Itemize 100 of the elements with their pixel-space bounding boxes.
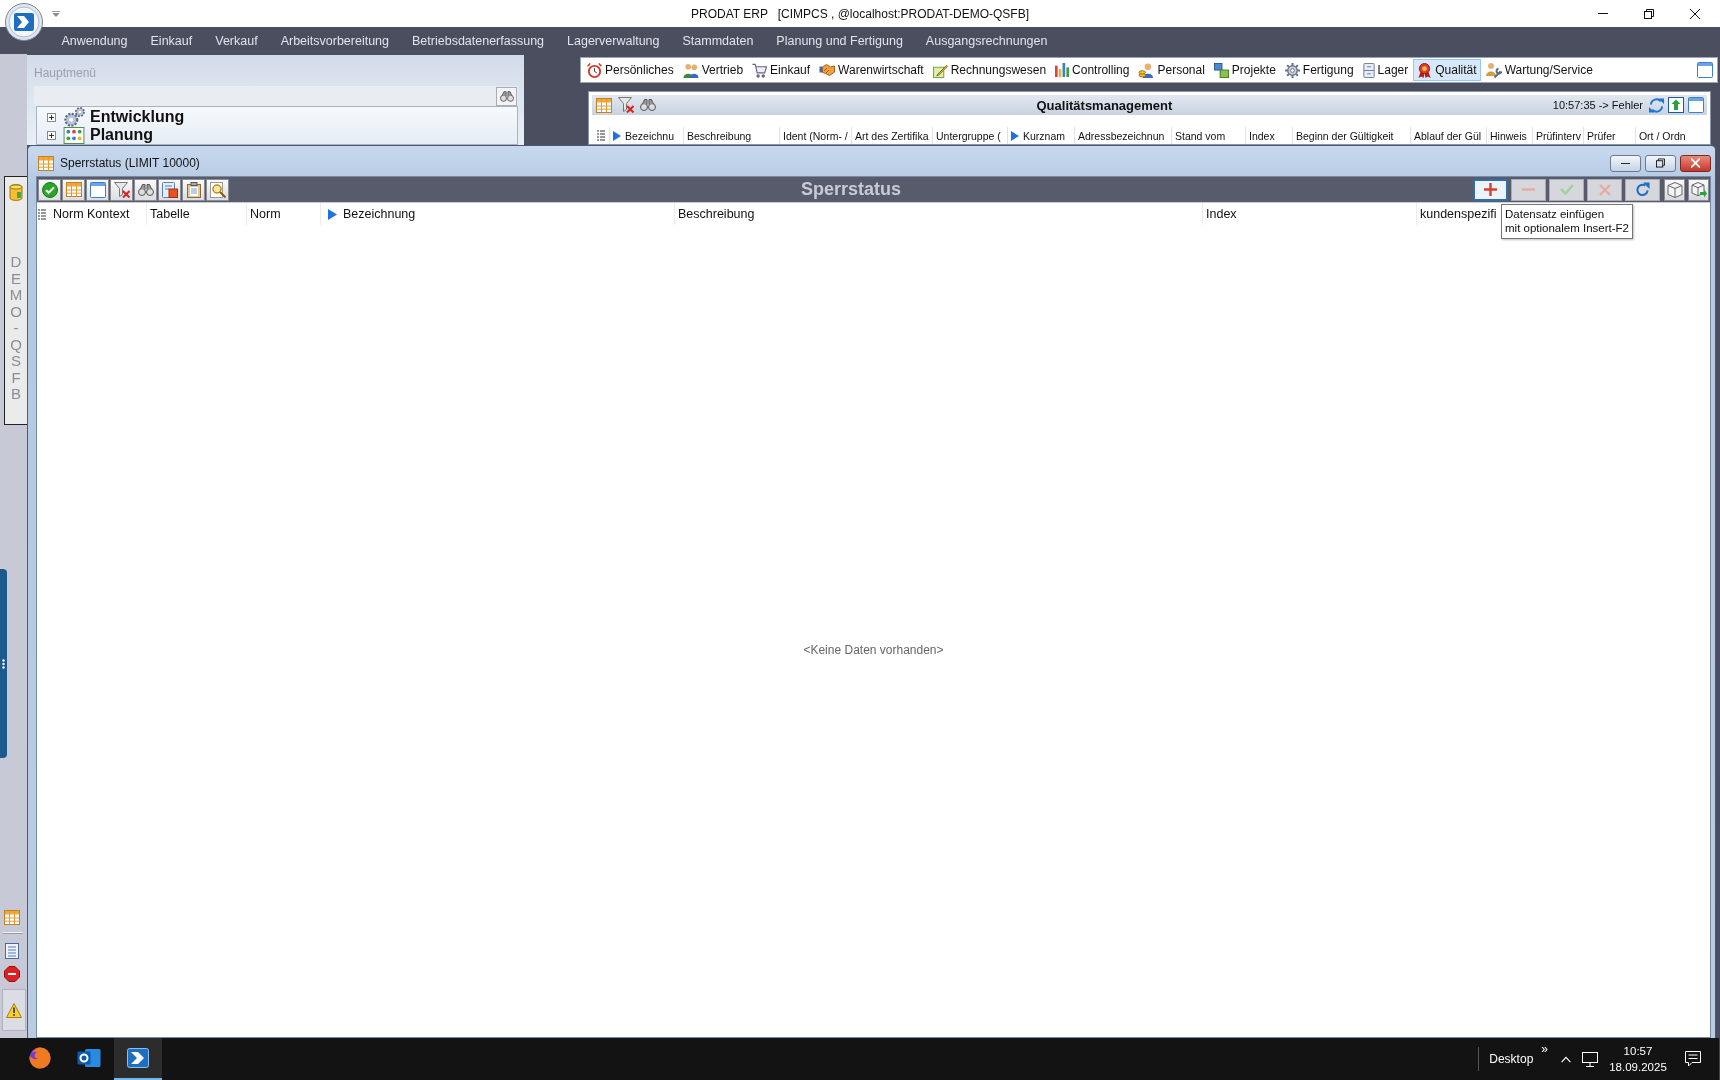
cross-icon	[1598, 183, 1611, 196]
menu-item[interactable]: Ausgangsrechnungen	[914, 27, 1059, 54]
dropdown-icon[interactable]	[52, 10, 60, 17]
tick-icon	[1559, 184, 1574, 195]
clock-time[interactable]: 10:57	[1623, 1043, 1653, 1059]
module-tab[interactable]: Personal	[1134, 59, 1209, 81]
cube-button[interactable]	[1664, 178, 1685, 201]
mail-icon	[77, 1047, 101, 1069]
monitor-icon[interactable]	[1582, 1051, 1598, 1067]
menu-item[interactable]: Betriebsdatenerfassung	[400, 27, 556, 54]
expand-icon[interactable]	[47, 130, 56, 140]
window-icon[interactable]	[1697, 62, 1713, 78]
column-header[interactable]: Ident (Norm- /	[779, 127, 851, 144]
column-header[interactable]: Beginn der Gültigkeit	[1292, 127, 1410, 144]
list-icon[interactable]	[38, 208, 46, 220]
person-wrench-icon	[1485, 62, 1502, 78]
column-header[interactable]: Index	[1203, 203, 1417, 225]
alarm-clock-icon	[587, 62, 602, 78]
column-header[interactable]: kundenspezifi	[1417, 203, 1500, 225]
binoculars-icon[interactable]	[640, 99, 656, 111]
list-icon[interactable]	[597, 130, 605, 141]
column-header[interactable]: Beschreibung	[683, 127, 779, 144]
gears-icon	[63, 107, 85, 127]
grid-icon[interactable]	[4, 910, 20, 925]
refresh-icon	[1635, 182, 1650, 197]
module-tab[interactable]: Lager	[1358, 59, 1413, 81]
column-header[interactable]: Beschreibung	[675, 203, 1203, 225]
column-header[interactable]: Bezeichnu	[609, 127, 683, 144]
module-tab[interactable]: Einkauf	[748, 59, 815, 81]
grid-icon[interactable]	[596, 97, 612, 113]
clock-date[interactable]: 18.09.2025	[1609, 1059, 1667, 1075]
module-tab[interactable]: Controlling	[1051, 59, 1134, 81]
close-button[interactable]	[1680, 154, 1711, 172]
plus-icon	[1484, 183, 1497, 196]
menu-item[interactable]: Planung und Fertigung	[764, 27, 915, 54]
module-tab[interactable]: Projekte	[1209, 59, 1280, 81]
module-tab[interactable]: Vertrieb	[678, 59, 748, 81]
refresh-button[interactable]	[1625, 178, 1660, 201]
column-header[interactable]: Untergruppe (	[932, 127, 1007, 144]
magnifier-icon	[209, 181, 226, 198]
column-header[interactable]: Adressbezeichnun	[1074, 127, 1171, 144]
column-header[interactable]: Hinweis	[1486, 127, 1532, 144]
column-header[interactable]: Art des Zertifika	[851, 127, 932, 144]
menu-item[interactable]: Lagerverwaltung	[555, 27, 671, 54]
column-header[interactable]: Kurznam	[1007, 127, 1074, 144]
people-icon	[682, 62, 699, 78]
find-button[interactable]	[134, 178, 157, 201]
filter-clear-button[interactable]	[110, 178, 133, 201]
status-text: 10:57:35 -> Fehler	[1552, 99, 1643, 111]
confirm-button[interactable]	[38, 178, 61, 201]
cube-export-button[interactable]	[1688, 178, 1709, 201]
module-tab[interactable]: Wartung/Service	[1481, 59, 1597, 81]
window-button[interactable]	[86, 178, 109, 201]
module-tab[interactable]: Warenwirtschaft	[815, 59, 928, 81]
close-icon	[1691, 158, 1700, 168]
database-icon[interactable]	[9, 184, 23, 201]
triangle-icon	[1011, 130, 1019, 141]
column-header[interactable]: Ort / Ordn	[1634, 127, 1688, 144]
column-header[interactable]: Prüfer	[1582, 127, 1635, 144]
tree-item[interactable]: Planung	[90, 126, 154, 144]
caret-up-icon[interactable]	[1560, 1055, 1572, 1063]
column-header[interactable]: Tabelle	[147, 203, 247, 225]
menu-item[interactable]: Verkauf	[203, 27, 270, 54]
tree-item[interactable]: Entwicklung	[90, 108, 185, 126]
module-tab[interactable]: Persönliches	[583, 59, 678, 81]
taskbar-app[interactable]	[114, 1038, 162, 1080]
export-icon[interactable]	[1668, 97, 1684, 113]
column-header[interactable]: Stand vom	[1171, 127, 1245, 144]
overflow-button[interactable]: »	[1541, 1043, 1548, 1055]
maximize-button[interactable]	[1645, 154, 1676, 172]
column-header[interactable]: Norm	[247, 203, 321, 225]
menu-item[interactable]: Arbeitsvorbereitung	[269, 27, 401, 54]
form-button[interactable]	[158, 178, 181, 201]
stop-icon[interactable]	[4, 966, 20, 982]
document-icon[interactable]	[5, 943, 19, 959]
module-tab[interactable]: Rechnungswesen	[928, 59, 1051, 81]
column-header[interactable]: Index	[1245, 127, 1292, 144]
add-button[interactable]	[1473, 178, 1508, 201]
column-header[interactable]: Ablauf der Gül	[1410, 127, 1486, 144]
filter-clear-icon[interactable]	[618, 97, 634, 113]
menu-item[interactable]: Anwendung	[50, 27, 140, 54]
expand-icon[interactable]	[47, 112, 56, 122]
notification-icon[interactable]	[1685, 1051, 1701, 1067]
menu-item[interactable]: Stammdaten	[671, 27, 765, 54]
window-icon[interactable]	[1688, 97, 1704, 113]
clipboard-button[interactable]	[182, 178, 205, 201]
refresh-icon[interactable]	[1649, 97, 1664, 113]
column-header[interactable]: Norm Kontext	[50, 203, 147, 225]
module-tab[interactable]: Qualität	[1413, 59, 1481, 81]
menu-item[interactable]: Einkauf	[139, 27, 204, 54]
binoculars-icon	[137, 183, 154, 196]
side-handle[interactable]	[0, 569, 7, 758]
warning-button[interactable]	[2, 989, 26, 1031]
minimize-button[interactable]	[1610, 154, 1641, 172]
grid-button[interactable]	[62, 178, 85, 201]
column-header[interactable]: Bezeichnung	[321, 203, 675, 225]
module-tab[interactable]: Fertigung	[1280, 59, 1358, 81]
find-button[interactable]	[496, 86, 517, 106]
column-header[interactable]: Prüfinterv	[1532, 127, 1583, 144]
magnifier-button[interactable]	[206, 178, 229, 201]
